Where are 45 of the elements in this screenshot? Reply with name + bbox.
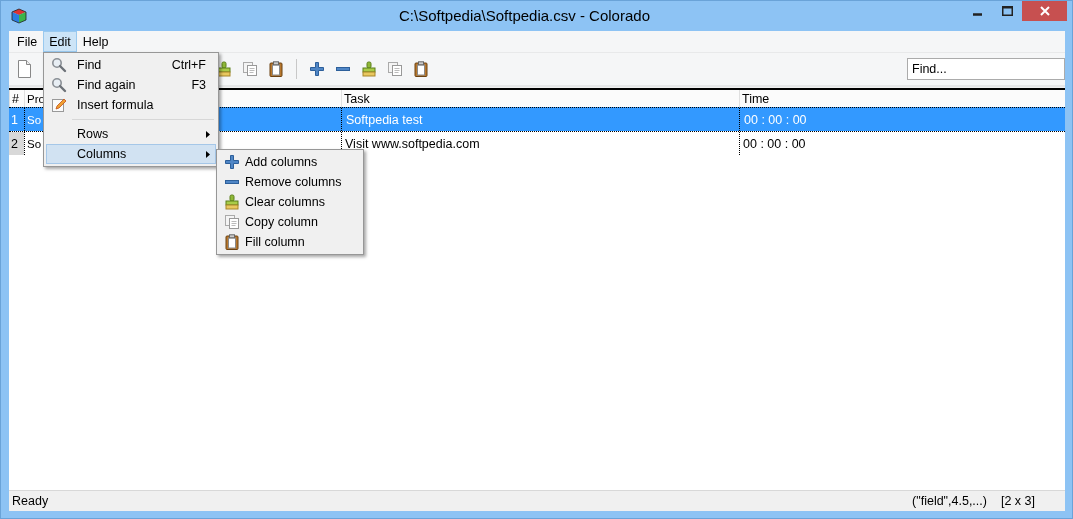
table-cell: 00 : 00 : 00 [739, 108, 1059, 131]
find-field[interactable]: Find... [907, 58, 1065, 80]
plus-icon [309, 61, 325, 77]
window-title: C:\Softpedia\Softpedia.csv - Colorado [398, 7, 651, 24]
table-cell: Softpedia test [341, 108, 739, 131]
app-cube-icon [11, 8, 27, 24]
menu-item[interactable]: Find again F3 [46, 75, 216, 95]
menu-item[interactable]: Find Ctrl+F [46, 55, 216, 75]
copy-icon [387, 61, 403, 77]
new-file-icon[interactable] [16, 60, 32, 78]
submenu-arrow-icon [206, 150, 210, 158]
clipboard-icon [268, 61, 284, 77]
plus-icon [224, 154, 240, 170]
status-example: ("field",4.5,...) [912, 494, 987, 508]
menu-item[interactable]: Columns [46, 144, 216, 164]
row-number: 2 [9, 132, 24, 155]
pencil-note-icon [51, 97, 67, 113]
minus-icon [225, 180, 239, 184]
table-cell: 00 : 00 : 00 [739, 132, 1059, 155]
clipboard-icon [413, 61, 429, 77]
menu-item[interactable]: Edit [43, 31, 77, 52]
close-button[interactable] [1022, 1, 1067, 21]
brush-icon [224, 194, 240, 210]
search-icon [51, 77, 67, 93]
close-icon [1039, 6, 1050, 16]
maximize-icon [1001, 6, 1013, 16]
menu-item[interactable]: Help [76, 31, 115, 52]
status-size: [2 x 3] [1000, 494, 1035, 508]
minus-icon [336, 67, 350, 71]
menu-item[interactable]: Remove columns [219, 172, 361, 192]
clipboard-icon [224, 234, 240, 250]
menu-item[interactable]: Copy column [219, 212, 361, 232]
menu-item[interactable]: File [11, 31, 44, 52]
minimize-icon [972, 12, 982, 16]
brush-icon [216, 61, 232, 77]
copy-icon [224, 214, 240, 230]
menu-item[interactable]: Add columns [219, 152, 361, 172]
submenu-arrow-icon [206, 130, 210, 138]
search-icon [51, 57, 67, 73]
brush-icon [361, 61, 377, 77]
status-message: Ready [12, 494, 50, 508]
copy-icon [242, 61, 258, 77]
menu-item[interactable]: Fill column [219, 232, 361, 252]
row-number: 1 [10, 111, 19, 129]
menu-item[interactable]: Clear columns [219, 192, 361, 212]
